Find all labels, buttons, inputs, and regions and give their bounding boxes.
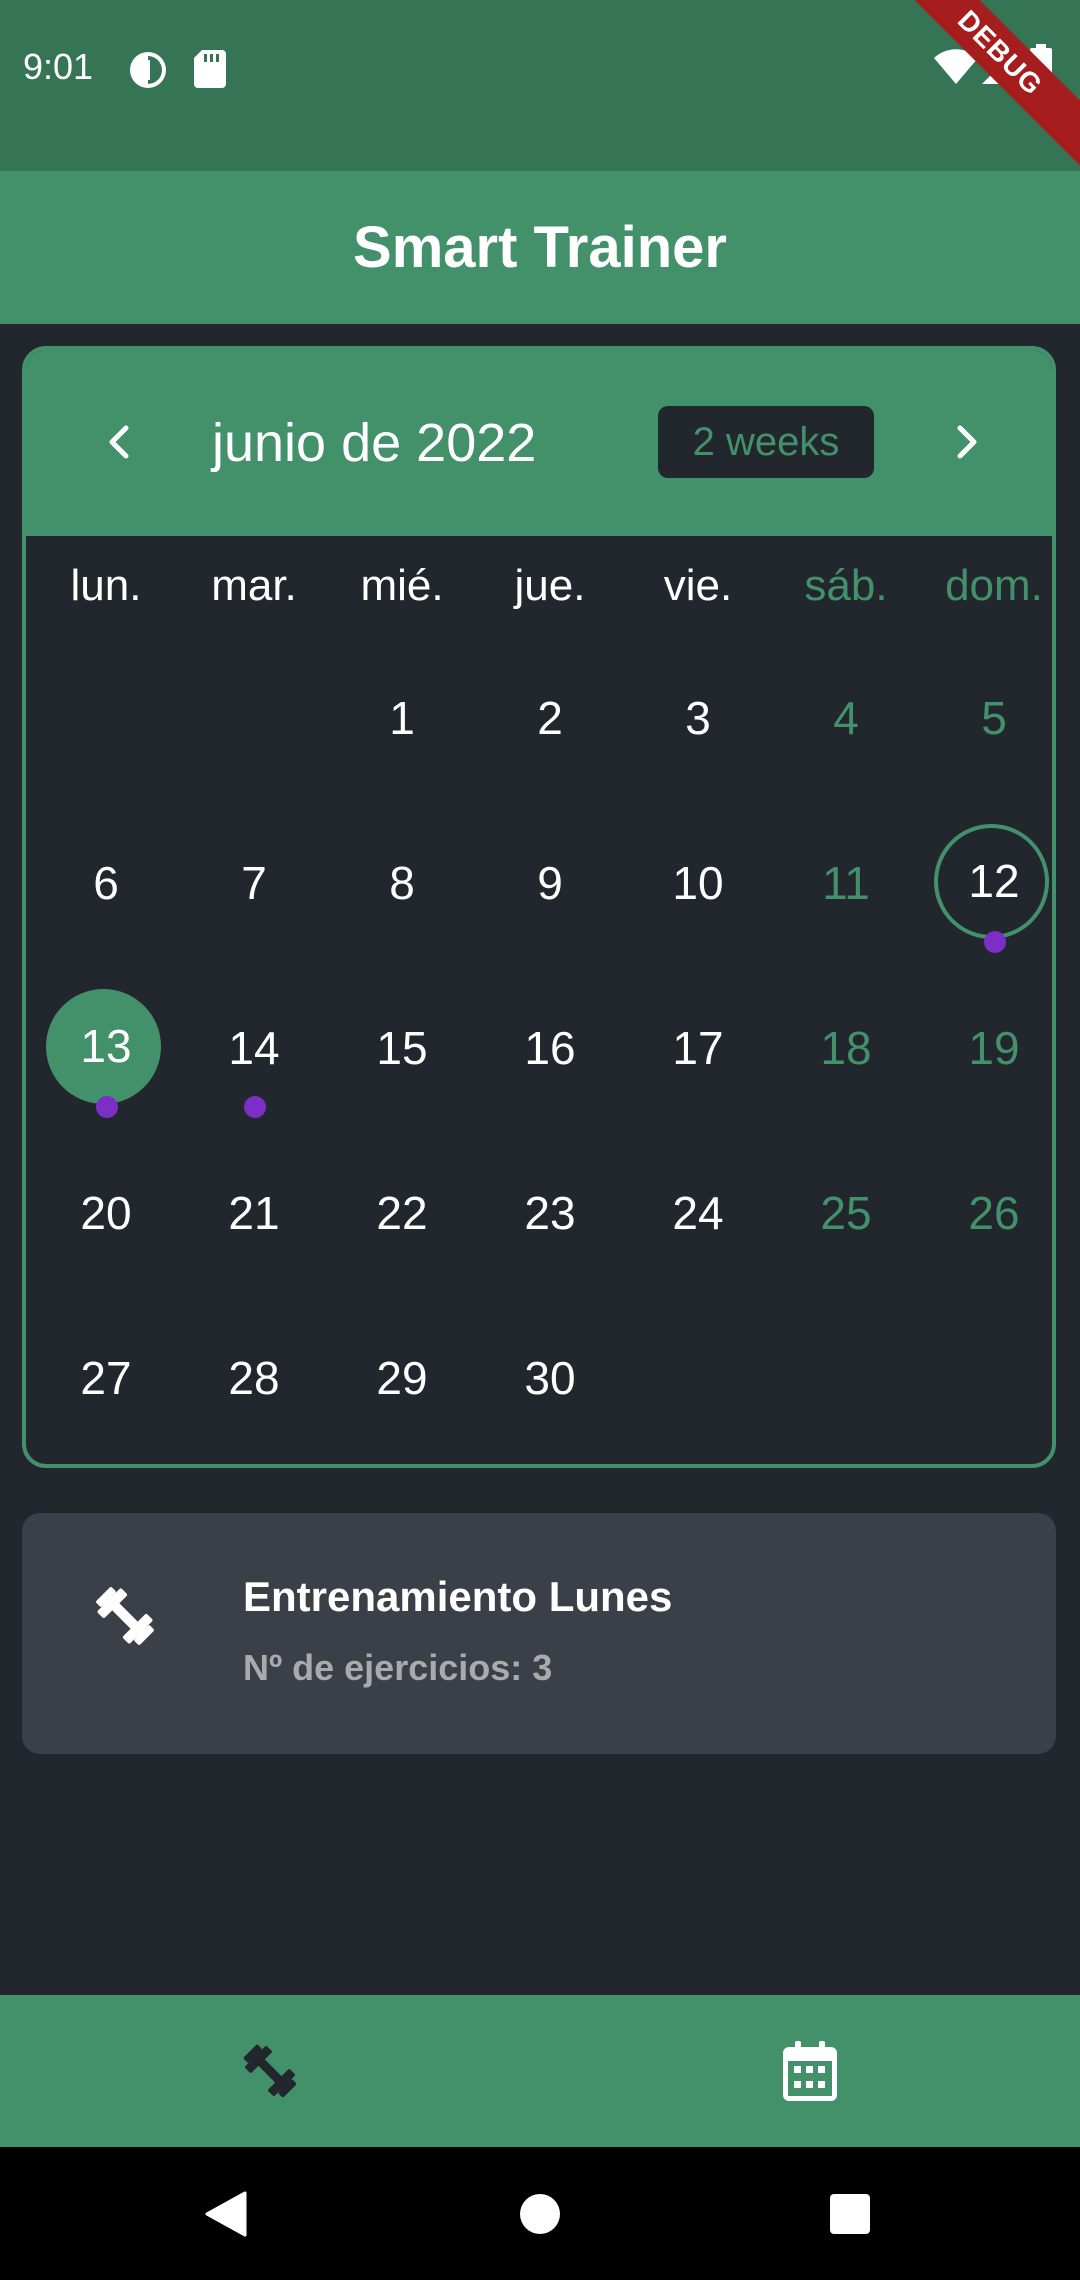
workout-card[interactable]: Entrenamiento Lunes Nº de ejercicios: 3: [22, 1513, 1056, 1754]
calendar-header: junio de 2022 2 weeks: [26, 350, 1052, 536]
dumbbell-icon: [92, 1583, 158, 1654]
month-title: junio de 2022: [212, 413, 537, 473]
calendar-day-cell[interactable]: 13: [32, 966, 180, 1131]
recents-button[interactable]: [790, 2147, 910, 2280]
back-button[interactable]: [166, 2147, 286, 2280]
calendar-day-number: 22: [376, 1187, 428, 1239]
calendar-day-number: 29: [376, 1352, 428, 1404]
calendar-day-cell[interactable]: 5: [920, 636, 1052, 801]
calendar-day-number: 5: [981, 692, 1007, 744]
calendar-day-cell[interactable]: 25: [772, 1131, 920, 1296]
nav-calendar-button[interactable]: [540, 1995, 1080, 2147]
calendar-day-number: 20: [80, 1187, 132, 1239]
calendar-day-number: 25: [820, 1187, 872, 1239]
day-of-week-label: vie.: [663, 561, 733, 610]
calendar-day-number: 16: [524, 1022, 576, 1074]
calendar-day-cell[interactable]: 6: [32, 801, 180, 966]
calendar-day-number: 15: [376, 1022, 428, 1074]
calendar-day-cell[interactable]: 17: [624, 966, 772, 1131]
calendar-day-cell[interactable]: 9: [476, 801, 624, 966]
system-navigation-bar: [0, 2147, 1080, 2280]
calendar-day-cell[interactable]: 22: [328, 1131, 476, 1296]
day-of-week-label: dom.: [945, 561, 1043, 610]
calendar-day-number: 24: [672, 1187, 724, 1239]
recents-icon: [830, 2193, 870, 2234]
calendar-day-number: 18: [820, 1022, 872, 1074]
calendar-day-cell[interactable]: 1: [328, 636, 476, 801]
data-saver-icon: [128, 50, 168, 95]
app-title: Smart Trainer: [353, 215, 727, 280]
calendar-day-cell[interactable]: 26: [920, 1131, 1052, 1296]
day-of-week-label: sáb.: [804, 561, 888, 610]
day-of-week-label: mar.: [211, 561, 297, 610]
calendar-icon: [783, 2041, 837, 2101]
calendar-day-number: 23: [524, 1187, 576, 1239]
calendar-day-cell[interactable]: 10: [624, 801, 772, 966]
calendar-day-cell[interactable]: 30: [476, 1296, 624, 1461]
calendar-day-cell[interactable]: 16: [476, 966, 624, 1131]
calendar-day-number: 6: [93, 857, 119, 909]
days-of-week-row: lun. mar. mié. jue. vie. sáb. dom.: [26, 536, 1052, 636]
calendar-day-number: 9: [537, 857, 563, 909]
calendar-day-number: 4: [833, 692, 859, 744]
calendar-day-cell[interactable]: 2: [476, 636, 624, 801]
calendar-day-cell[interactable]: 7: [180, 801, 328, 966]
day-of-week-label: lun.: [70, 561, 142, 610]
calendar-day-cell[interactable]: 18: [772, 966, 920, 1131]
calendar-day-number: 30: [524, 1352, 576, 1404]
day-of-week-label: mié.: [360, 561, 444, 610]
back-icon: [205, 2191, 247, 2236]
calendar-day-number: 19: [968, 1022, 1020, 1074]
calendar-day-number: 17: [672, 1022, 724, 1074]
workout-exercise-count: Nº de ejercicios: 3: [243, 1647, 553, 1688]
nav-workouts-button[interactable]: [0, 1995, 540, 2147]
sd-card-icon: [194, 50, 226, 93]
chevron-left-icon: [109, 425, 129, 459]
calendar-day-cell[interactable]: 12: [920, 801, 1052, 966]
event-marker: [96, 1096, 118, 1118]
calendar-day-number: 21: [228, 1187, 280, 1239]
calendar-day-cell[interactable]: 15: [328, 966, 476, 1131]
calendar-day-number: 11: [822, 857, 870, 909]
calendar-day-cell[interactable]: 14: [180, 966, 328, 1131]
day-of-week-label: jue.: [514, 561, 586, 610]
next-month-button[interactable]: [934, 410, 998, 474]
calendar-day-number: 10: [672, 857, 724, 909]
calendar-day-number: 7: [241, 857, 267, 909]
workout-title: Entrenamiento Lunes: [243, 1573, 673, 1620]
calendar-day-cell[interactable]: 4: [772, 636, 920, 801]
chevron-right-icon: [957, 425, 977, 459]
format-toggle-button[interactable]: 2 weeks: [658, 406, 874, 478]
previous-month-button[interactable]: [88, 410, 152, 474]
calendar-day-cell[interactable]: 28: [180, 1296, 328, 1461]
status-time: 9:01: [23, 46, 94, 87]
calendar-day-cell[interactable]: 21: [180, 1131, 328, 1296]
calendar-day-number: 1: [389, 692, 415, 744]
calendar-day-cell[interactable]: 8: [328, 801, 476, 966]
calendar-day-cell[interactable]: 19: [920, 966, 1052, 1131]
calendar-day-cell[interactable]: 27: [32, 1296, 180, 1461]
calendar-day-number: 8: [389, 857, 415, 909]
calendar-day-number: 2: [537, 692, 563, 744]
debug-banner: DEBUG: [877, 0, 1080, 176]
calendar-day-cell[interactable]: 11: [772, 801, 920, 966]
calendar-day-number: 27: [80, 1352, 132, 1404]
calendar-day-cell[interactable]: 3: [624, 636, 772, 801]
bottom-navigation: [0, 1995, 1080, 2147]
calendar: junio de 2022 2 weeks lun. mar. mié. jue. vi…: [22, 346, 1056, 1468]
calendar-day-cell[interactable]: 29: [328, 1296, 476, 1461]
calendar-day-number: 3: [685, 692, 711, 744]
home-icon: [520, 2193, 560, 2234]
event-marker: [244, 1096, 266, 1118]
calendar-day-cell[interactable]: 24: [624, 1131, 772, 1296]
home-button[interactable]: [480, 2147, 600, 2280]
status-bar: 9:01 DEBUG: [0, 0, 1080, 176]
calendar-day-number: 28: [228, 1352, 280, 1404]
dumbbell-icon: [243, 2044, 297, 2098]
calendar-day-cell[interactable]: 20: [32, 1131, 180, 1296]
calendar-day-cell[interactable]: 23: [476, 1131, 624, 1296]
calendar-day-number: 26: [968, 1187, 1020, 1239]
event-marker: [984, 931, 1006, 953]
app-bar: Smart Trainer: [0, 171, 1080, 324]
